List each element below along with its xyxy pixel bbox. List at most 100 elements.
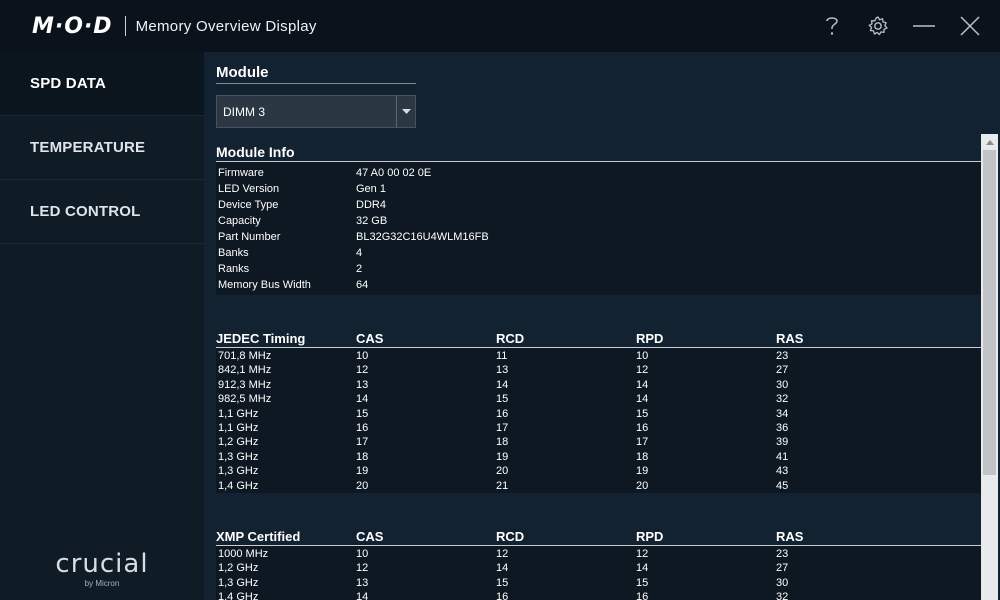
table-cell: 1,3 GHz (218, 450, 259, 463)
table-cell: 16 (636, 591, 649, 600)
vertical-scrollbar[interactable] (981, 134, 998, 600)
table-cell: 30 (776, 576, 789, 589)
sidebar-item-led-control[interactable]: LED CONTROL (0, 180, 204, 244)
jedec-header-cell: RCD (496, 331, 525, 346)
table-cell: 17 (356, 436, 369, 449)
table-cell: 19 (636, 465, 649, 478)
table-cell: 1,2 GHz (218, 436, 259, 449)
table-cell: 14 (496, 378, 509, 391)
table-cell: 14 (496, 562, 509, 575)
table-cell: 13 (356, 378, 369, 391)
sidebar-item-temperature[interactable]: TEMPERATURE (0, 116, 204, 180)
info-key: Ranks (218, 263, 250, 275)
info-key: Banks (218, 247, 249, 259)
table-cell: 912,3 MHz (218, 378, 272, 391)
table-cell: 20 (356, 479, 369, 492)
info-row: Device Type DDR4 (216, 197, 981, 213)
module-select-value: DIMM 3 (223, 104, 265, 119)
jedec-header-cell: CAS (356, 331, 384, 346)
table-row: 1,3 GHz 18 19 18 41 (216, 450, 981, 464)
table-cell: 17 (636, 436, 649, 449)
table-cell: 20 (496, 465, 509, 478)
table-row: 1,2 GHz 12 14 14 27 (216, 561, 981, 575)
app-title: Memory Overview Display (135, 17, 317, 35)
table-cell: 19 (356, 465, 369, 478)
spd-scroll-area[interactable]: Module Info Firmware 47 A0 00 02 0E LED Ve… (216, 144, 998, 600)
module-select[interactable]: DIMM 3 (216, 95, 416, 128)
table-cell: 1,3 GHz (218, 576, 259, 589)
sidebar-item-label: LED CONTROL (30, 203, 141, 220)
xmp-header-cell: RPD (636, 528, 664, 544)
table-cell: 14 (636, 393, 649, 406)
table-cell: 13 (496, 364, 509, 377)
info-key: Memory Bus Width (218, 279, 311, 291)
info-value: 64 (356, 279, 369, 291)
table-cell: 14 (636, 378, 649, 391)
table-cell: 39 (776, 436, 789, 449)
xmp-header-cell: XMP Certified (216, 528, 301, 544)
info-key: LED Version (218, 183, 280, 195)
sidebar-item-spd-data[interactable]: SPD DATA (0, 52, 204, 116)
table-cell: 18 (636, 450, 649, 463)
xmp-header-cell: RAS (776, 528, 804, 544)
table-cell: 16 (636, 421, 649, 434)
table-row: 1,1 GHz 16 17 16 36 (216, 421, 981, 435)
module-info-title: Module Info (216, 144, 981, 162)
app-logo: M·O·D (32, 13, 113, 39)
table-cell: 14 (356, 591, 369, 600)
info-row: LED Version Gen 1 (216, 181, 981, 197)
table-cell: 34 (776, 407, 789, 420)
table-cell: 1,1 GHz (218, 421, 259, 434)
table-cell: 15 (496, 393, 509, 406)
table-cell: 10 (356, 547, 369, 560)
title-separator (124, 16, 126, 36)
table-cell: 17 (496, 421, 509, 434)
crucial-logo: crucial by Micron (42, 551, 162, 588)
table-cell: 41 (776, 450, 789, 463)
jedec-header-cell: RPD (636, 331, 664, 346)
info-row: Part Number BL32G32C16U4WLM16FB (216, 229, 981, 245)
table-cell: 32 (776, 393, 789, 406)
table-row: 1,1 GHz 15 16 15 34 (216, 407, 981, 421)
chevron-down-icon[interactable] (396, 96, 415, 127)
table-cell: 701,8 MHz (218, 350, 272, 362)
table-cell: 14 (636, 562, 649, 575)
scroll-up-icon[interactable] (981, 134, 998, 150)
xmp-header-cell: RCD (496, 528, 525, 544)
table-row: 982,5 MHz 14 15 14 32 (216, 392, 981, 406)
table-cell: 14 (356, 393, 369, 406)
info-row: Banks 4 (216, 245, 981, 261)
table-cell: 15 (636, 576, 649, 589)
table-cell: 1,3 GHz (218, 465, 259, 478)
table-cell: 43 (776, 465, 789, 478)
info-row: Capacity 32 GB (216, 213, 981, 229)
info-value: Gen 1 (356, 183, 386, 195)
table-cell: 18 (496, 436, 509, 449)
jedec-table: 701,8 MHz 10 11 10 23 842,1 MHz 12 13 12 27 912,3 … (216, 348, 981, 493)
module-label: Module (216, 64, 416, 84)
table-cell: 15 (496, 576, 509, 589)
info-row: Memory Bus Width 64 (216, 277, 981, 293)
table-cell: 16 (356, 421, 369, 434)
scrollbar-thumb[interactable] (983, 150, 996, 475)
table-cell: 16 (496, 407, 509, 420)
info-row: Firmware 47 A0 00 02 0E (216, 165, 981, 181)
table-row: 1000 MHz 10 12 12 23 (216, 547, 981, 561)
info-value: 4 (356, 247, 363, 259)
module-info-table: Firmware 47 A0 00 02 0E LED Version Gen 1 De… (216, 162, 981, 295)
table-cell: 20 (636, 479, 649, 492)
brand-name: crucial (55, 549, 149, 579)
main-panel: Module DIMM 3 Module Info Firmware 47 A0 … (204, 52, 1000, 600)
close-icon[interactable] (958, 14, 982, 38)
info-row: Ranks 2 (216, 261, 981, 277)
help-icon[interactable] (820, 14, 844, 38)
minimize-icon[interactable] (912, 14, 936, 38)
table-cell: 10 (636, 350, 649, 362)
table-cell: 12 (636, 364, 649, 377)
gear-icon[interactable] (866, 14, 890, 38)
table-cell: 12 (496, 547, 509, 560)
table-cell: 16 (496, 591, 509, 600)
table-cell: 982,5 MHz (218, 393, 272, 406)
table-row: 701,8 MHz 10 11 10 23 (216, 349, 981, 363)
table-cell: 27 (776, 562, 789, 575)
